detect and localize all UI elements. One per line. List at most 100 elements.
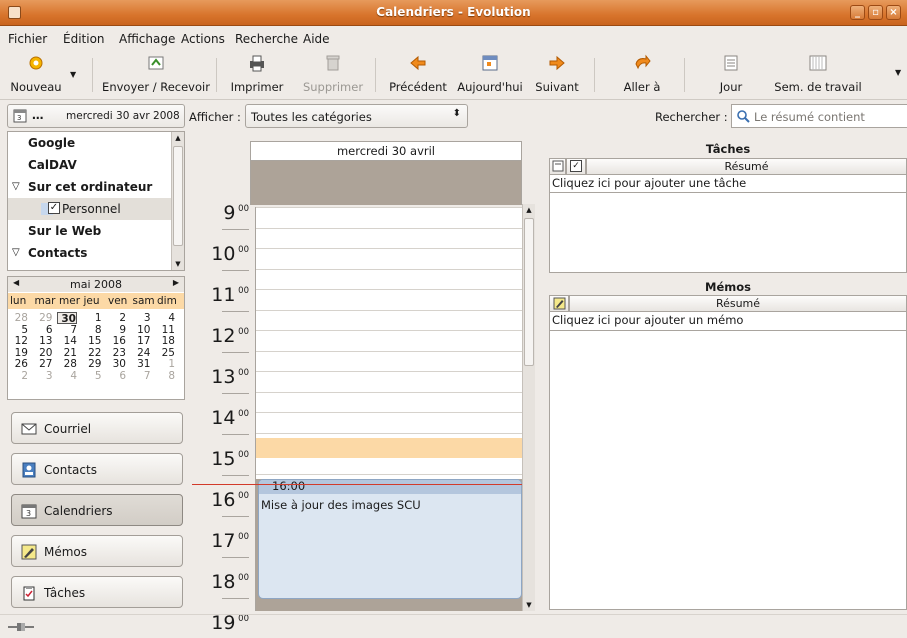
mini-calendar-day[interactable]: 8: [155, 370, 175, 382]
mini-calendar-day[interactable]: 12: [8, 335, 28, 347]
expander-open-icon[interactable]: ▽: [12, 176, 20, 198]
send-receive-button[interactable]: Envoyer / Recevoir: [100, 50, 212, 100]
source-group-web[interactable]: Sur le Web: [8, 220, 172, 242]
personnel-checkbox[interactable]: ✓: [48, 202, 60, 214]
mini-calendar-day[interactable]: 22: [82, 347, 101, 359]
next-month-arrow[interactable]: ▶: [173, 278, 179, 287]
selected-time-slot[interactable]: [256, 438, 522, 458]
mini-calendar-day[interactable]: 29: [82, 358, 101, 370]
mini-calendar-day[interactable]: 6: [33, 324, 53, 336]
mini-calendar-day[interactable]: 9: [106, 324, 126, 336]
switcher-button-memo[interactable]: Mémos: [11, 535, 183, 567]
mini-calendar-day[interactable]: 5: [8, 324, 28, 336]
mini-calendar-day[interactable]: 15: [82, 335, 101, 347]
scroll-thumb[interactable]: [524, 218, 534, 366]
menu-fichier[interactable]: Fichier: [8, 32, 47, 46]
goto-button[interactable]: Aller à: [612, 50, 672, 100]
task-complete-column[interactable]: ✓: [566, 158, 586, 175]
add-task-row[interactable]: Cliquez ici pour ajouter une tâche: [549, 175, 907, 193]
menu-affichage[interactable]: Affichage: [119, 32, 175, 46]
mini-calendar-day[interactable]: 14: [57, 335, 77, 347]
mini-calendar-day[interactable]: 1: [82, 312, 102, 324]
delete-button[interactable]: Supprimer: [296, 50, 370, 100]
scroll-up-arrow[interactable]: ▲: [523, 204, 535, 216]
day-view-scrollbar[interactable]: ▲ ▼: [522, 204, 535, 611]
switcher-button-calendar[interactable]: 3 Calendriers: [11, 494, 183, 526]
maximize-icon[interactable]: ▫: [868, 5, 883, 20]
task-list[interactable]: [549, 193, 907, 273]
switcher-button-tasks[interactable]: Tâches: [11, 576, 183, 608]
scroll-thumb[interactable]: [173, 146, 183, 246]
calendar-event[interactable]: 16:00 Mise à jour des images SCU: [258, 479, 522, 599]
mini-calendar-day[interactable]: 2: [106, 312, 126, 324]
mini-calendar-day[interactable]: 28: [8, 312, 28, 324]
workweek-view-button[interactable]: Sem. de travail: [766, 50, 870, 100]
mini-calendar-day[interactable]: 7: [57, 324, 77, 336]
mini-calendar-day[interactable]: 24: [131, 347, 150, 359]
mini-calendar-day[interactable]: 7: [131, 370, 151, 382]
source-group-contacts[interactable]: ▽ Contacts: [8, 242, 172, 264]
task-summary-column[interactable]: Résumé: [586, 158, 907, 175]
previous-button[interactable]: Précédent: [382, 50, 454, 100]
print-button[interactable]: Imprimer: [222, 50, 292, 100]
scroll-up-arrow[interactable]: ▲: [172, 132, 184, 144]
mini-calendar-day[interactable]: 29: [33, 312, 52, 324]
task-icon-column[interactable]: [549, 158, 566, 175]
mini-calendar-day[interactable]: 20: [33, 347, 52, 359]
mini-calendar-day[interactable]: 19: [8, 347, 28, 359]
mini-calendar-day[interactable]: 30: [106, 358, 126, 370]
source-group-google[interactable]: Google: [8, 132, 172, 154]
mini-calendar-day[interactable]: 3: [131, 312, 151, 324]
menu-edition[interactable]: Édition: [63, 32, 105, 46]
mini-calendar-day[interactable]: 1: [155, 358, 175, 370]
mini-calendar-day[interactable]: 2: [8, 370, 28, 382]
menu-actions[interactable]: Actions: [181, 32, 225, 46]
all-day-events-area[interactable]: [250, 161, 522, 205]
minimize-icon[interactable]: _: [850, 5, 865, 20]
add-memo-row[interactable]: Cliquez ici pour ajouter un mémo: [549, 312, 907, 331]
mini-calendar-day[interactable]: 23: [106, 347, 126, 359]
source-group-caldav[interactable]: CalDAV: [8, 154, 172, 176]
mini-calendar-day[interactable]: 27: [33, 358, 52, 370]
mini-calendar-day[interactable]: 28: [57, 358, 77, 370]
mini-calendar-day[interactable]: 8: [82, 324, 102, 336]
online-status-icon[interactable]: [8, 621, 34, 633]
next-button[interactable]: Suivant: [528, 50, 586, 100]
switcher-button-mail[interactable]: Courriel: [11, 412, 183, 444]
scroll-down-arrow[interactable]: ▼: [172, 258, 184, 270]
toolbar-overflow-button[interactable]: ▼: [893, 50, 905, 100]
mini-calendar-day[interactable]: 16: [106, 335, 126, 347]
source-calendar-personnel[interactable]: ✓ Personnel: [8, 198, 172, 220]
mini-calendar-day[interactable]: 4: [155, 312, 175, 324]
mini-calendar-day[interactable]: 21: [57, 347, 77, 359]
source-list-scrollbar[interactable]: ▲ ▼: [171, 132, 184, 270]
mini-calendar-day[interactable]: 18: [155, 335, 175, 347]
search-input[interactable]: Le résumé contient: [731, 104, 907, 128]
menu-aide[interactable]: Aide: [303, 32, 330, 46]
day-view-date-header[interactable]: mercredi 30 avril: [250, 141, 522, 161]
memo-summary-column[interactable]: Résumé: [569, 295, 907, 312]
mini-calendar-day[interactable]: 31: [131, 358, 150, 370]
new-dropdown-arrow[interactable]: ▼: [68, 50, 80, 100]
mini-calendar-day[interactable]: 6: [106, 370, 126, 382]
memo-list[interactable]: [549, 331, 907, 610]
switcher-button-contacts[interactable]: Contacts: [11, 453, 183, 485]
category-select[interactable]: Toutes les catégories ⬍: [245, 104, 468, 128]
day-view-button[interactable]: Jour: [706, 50, 756, 100]
mini-calendar-day[interactable]: 13: [33, 335, 52, 347]
mini-calendar-day[interactable]: 17: [131, 335, 150, 347]
menu-recherche[interactable]: Recherche: [235, 32, 298, 46]
mini-calendar-day[interactable]: 26: [8, 358, 28, 370]
expander-open-icon[interactable]: ▽: [12, 242, 20, 264]
close-icon[interactable]: ×: [886, 5, 901, 20]
prev-month-arrow[interactable]: ◀: [13, 278, 19, 287]
today-button[interactable]: Aujourd'hui: [454, 50, 526, 100]
source-group-local[interactable]: ▽ Sur cet ordinateur: [8, 176, 172, 198]
mini-calendar-day[interactable]: 10: [131, 324, 150, 336]
mini-calendar-day[interactable]: 11: [155, 324, 175, 336]
date-navigator-button[interactable]: 3 … mercredi 30 avr 2008: [7, 104, 185, 128]
mini-calendar-day[interactable]: 5: [82, 370, 102, 382]
mini-calendar-day[interactable]: 4: [57, 370, 77, 382]
new-button[interactable]: Nouveau: [4, 50, 68, 100]
memo-icon-column[interactable]: [549, 295, 569, 312]
